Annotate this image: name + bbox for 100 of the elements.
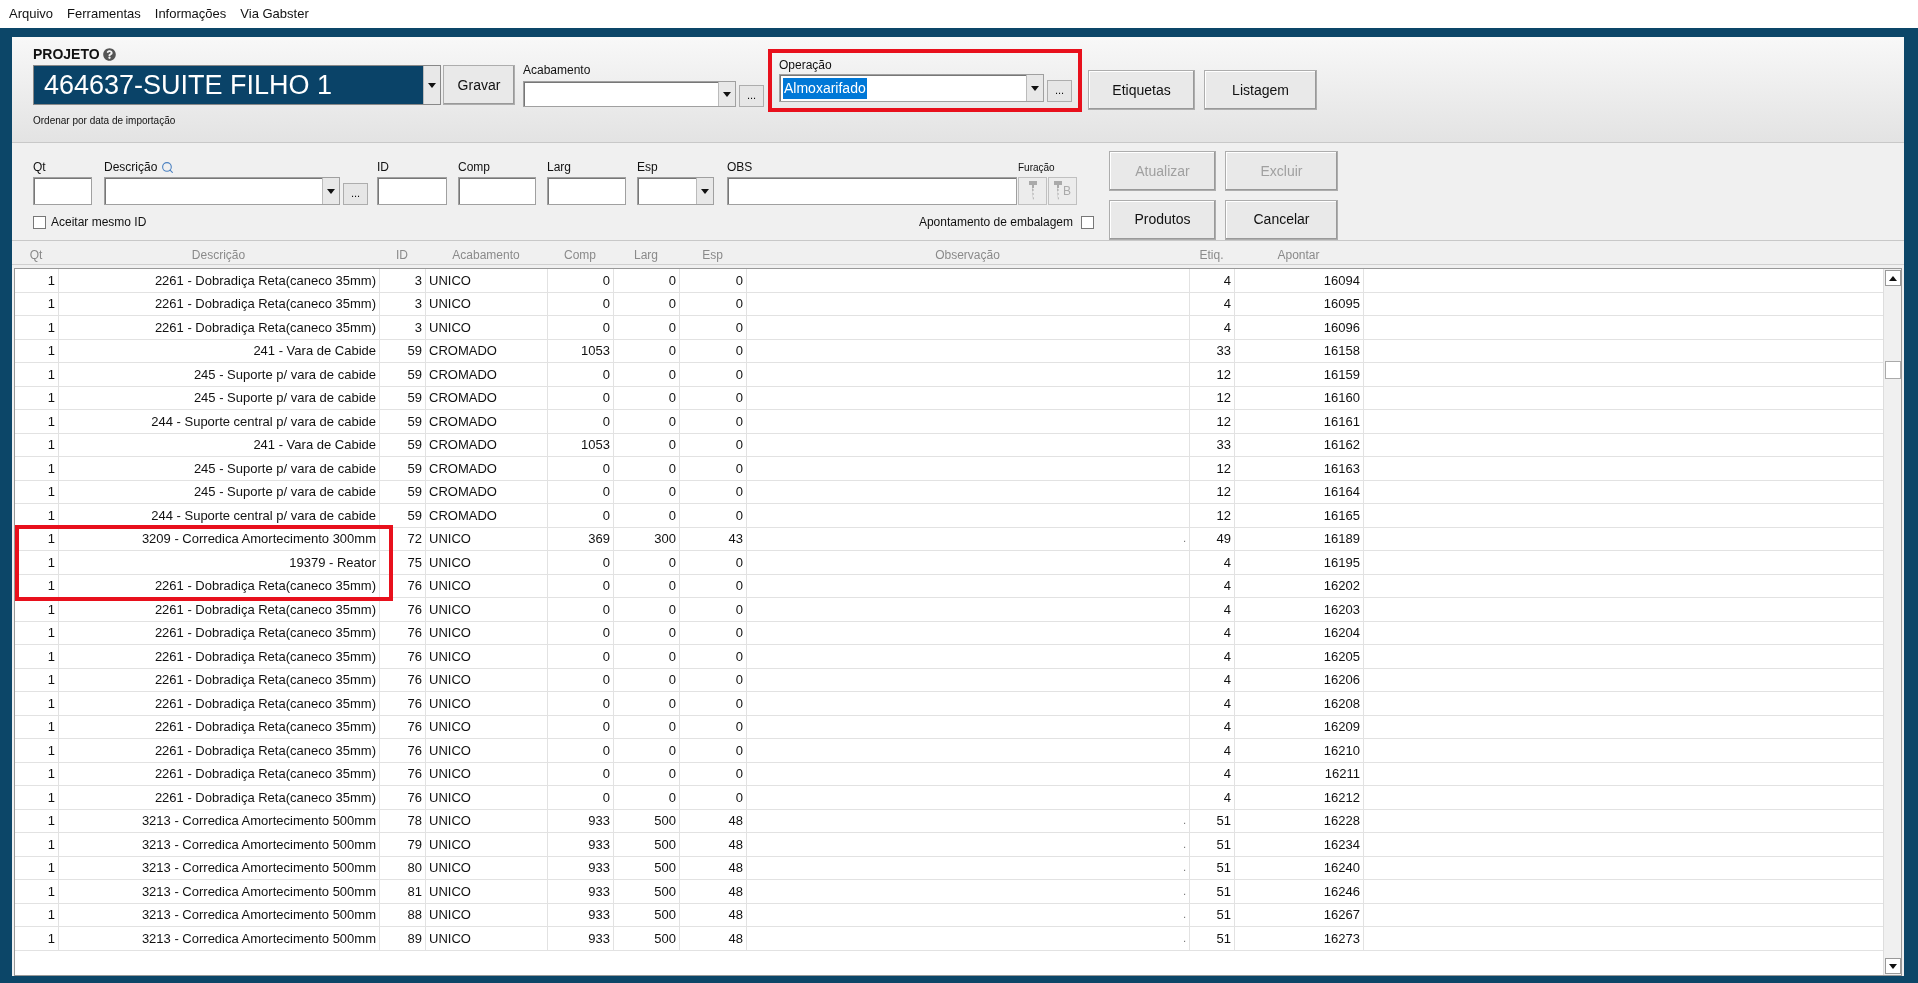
table-cell-text: 1 <box>47 436 55 454</box>
column-header[interactable]: ID <box>396 246 408 264</box>
table-cell-text: 4 <box>1223 295 1231 313</box>
table-cell-text: 0 <box>735 600 743 619</box>
table-cell-text: UNICO <box>429 624 471 642</box>
table-cell-text: 4 <box>1223 553 1231 572</box>
table-cell-text: CROMADO <box>429 412 497 431</box>
action-button[interactable]: Cancelar <box>1225 199 1338 240</box>
column-header[interactable]: Acabamento <box>452 246 520 264</box>
table-cell-text: 1 <box>47 271 55 290</box>
scroll-down-button[interactable] <box>1884 958 1901 974</box>
table-cell-text: 48 <box>728 835 743 854</box>
checkbox[interactable] <box>33 215 46 229</box>
column-header[interactable]: Observação <box>935 246 1000 264</box>
table-cell-text: 2261 - Dobradiça Reta(caneco 35mm) <box>154 788 376 807</box>
more-button[interactable]: ... <box>343 183 368 205</box>
dropdown-button[interactable] <box>696 178 713 204</box>
table-cell-text: 3213 - Corredica Amortecimento 500mm <box>141 882 376 901</box>
table-cell-text: 4 <box>1223 647 1231 666</box>
combo-field[interactable] <box>637 177 714 205</box>
table-cell-text: UNICO <box>429 718 471 736</box>
column-header[interactable]: Larg <box>634 246 658 264</box>
input-field[interactable] <box>727 177 1017 205</box>
table-cell-text: 1 <box>47 624 55 642</box>
dropdown-button[interactable] <box>718 82 735 106</box>
table-cell-text: 500 <box>654 929 676 948</box>
input-field[interactable] <box>377 177 447 205</box>
table-cell-text: 500 <box>654 835 676 854</box>
menu-item[interactable]: Via Gabster <box>233 4 316 24</box>
action-button[interactable]: Listagem <box>1204 70 1317 110</box>
table-cell-text: 48 <box>728 859 743 877</box>
combo-field[interactable] <box>104 177 340 205</box>
table-cell-text: 2261 - Dobradiça Reta(caneco 35mm) <box>154 577 376 595</box>
table-cell-text: 0 <box>735 389 743 407</box>
input-field[interactable] <box>33 177 92 205</box>
more-button[interactable]: ... <box>1047 80 1072 102</box>
column-header[interactable]: Comp <box>564 246 596 264</box>
combo-field[interactable] <box>523 81 736 107</box>
table-cell-text: 0 <box>602 647 610 666</box>
table-cell-text: 12 <box>1216 483 1231 501</box>
table-cell-text: UNICO <box>429 318 471 337</box>
column-header[interactable]: Esp <box>702 246 723 264</box>
table-cell-text: 1 <box>47 741 55 760</box>
table-cell-text: UNICO <box>429 859 471 877</box>
checkbox[interactable] <box>1081 215 1094 229</box>
table-cell-text: 76 <box>407 718 422 736</box>
field-label: ID <box>377 159 389 176</box>
input-field[interactable] <box>458 177 536 205</box>
table-cell-text: 0 <box>668 342 676 360</box>
table-cell-text: 59 <box>407 506 422 525</box>
combo-field[interactable]: Almoxarifado <box>779 74 1044 102</box>
table-cell-text: 0 <box>735 295 743 313</box>
project-combo[interactable]: 464637-SUITE FILHO 1 <box>33 65 441 105</box>
table-cell-text: 245 - Suporte p/ vara de cabide <box>193 365 376 384</box>
table-cell-text: 76 <box>407 694 422 713</box>
table-cell-text: 0 <box>735 577 743 595</box>
column-header[interactable]: Descrição <box>191 246 246 264</box>
input-field[interactable] <box>547 177 626 205</box>
table-cell-text: 0 <box>668 318 676 337</box>
table-cell-text: 3 <box>414 318 422 337</box>
scrollbar[interactable] <box>1883 269 1901 975</box>
field-label: Descrição <box>104 159 158 176</box>
column-header[interactable]: Apontar <box>1277 246 1320 264</box>
table-cell-text: 0 <box>668 365 676 384</box>
table-cell-text: 51 <box>1216 906 1231 924</box>
table-cell-text: 2261 - Dobradiça Reta(caneco 35mm) <box>154 624 376 642</box>
table-cell-text: 3213 - Corredica Amortecimento 500mm <box>141 929 376 948</box>
menu-item[interactable]: Arquivo <box>2 4 61 24</box>
more-button[interactable]: ... <box>739 85 764 107</box>
table-cell-text: 3213 - Corredica Amortecimento 500mm <box>141 859 376 877</box>
menu-item[interactable]: Informações <box>147 4 234 24</box>
table-cell-text: 2261 - Dobradiça Reta(caneco 35mm) <box>154 765 376 783</box>
table-cell-text: 16095 <box>1323 295 1360 313</box>
table-cell-text: 72 <box>407 530 422 548</box>
dropdown-button[interactable] <box>322 178 339 204</box>
table-cell-text: 1 <box>47 718 55 736</box>
menu-item[interactable]: Ferramentas <box>60 4 148 24</box>
scroll-up-button[interactable] <box>1884 270 1901 286</box>
table-cell-text: 3213 - Corredica Amortecimento 500mm <box>141 812 376 830</box>
table-cell-text: CROMADO <box>429 365 497 384</box>
table-cell-text: 12 <box>1216 506 1231 525</box>
table-cell-text: 2261 - Dobradiça Reta(caneco 35mm) <box>154 271 376 290</box>
action-button[interactable]: Produtos <box>1109 199 1216 240</box>
scroll-thumb[interactable] <box>1884 361 1901 379</box>
table-cell-text: 4 <box>1223 694 1231 713</box>
save-button[interactable]: Gravar <box>443 65 515 105</box>
table-cell-text: 16163 <box>1323 459 1360 478</box>
table-cell-text: UNICO <box>429 271 471 290</box>
dropdown-button[interactable] <box>1026 75 1043 101</box>
table-cell-text: 2261 - Dobradiça Reta(caneco 35mm) <box>154 671 376 689</box>
table-cell-text: 1 <box>47 812 55 830</box>
table-cell-text: 3213 - Corredica Amortecimento 500mm <box>141 906 376 924</box>
table-cell-text: 49 <box>1216 530 1231 548</box>
column-header[interactable]: Qt <box>29 246 43 264</box>
table-cell-text: 241 - Vara de Cabide <box>253 342 376 360</box>
column-header[interactable]: Etiq. <box>1199 246 1224 264</box>
action-button[interactable]: Etiquetas <box>1088 70 1195 110</box>
dropdown-button[interactable] <box>423 66 440 104</box>
table-cell-text: 2261 - Dobradiça Reta(caneco 35mm) <box>154 741 376 760</box>
table-cell-text: 0 <box>602 553 610 572</box>
